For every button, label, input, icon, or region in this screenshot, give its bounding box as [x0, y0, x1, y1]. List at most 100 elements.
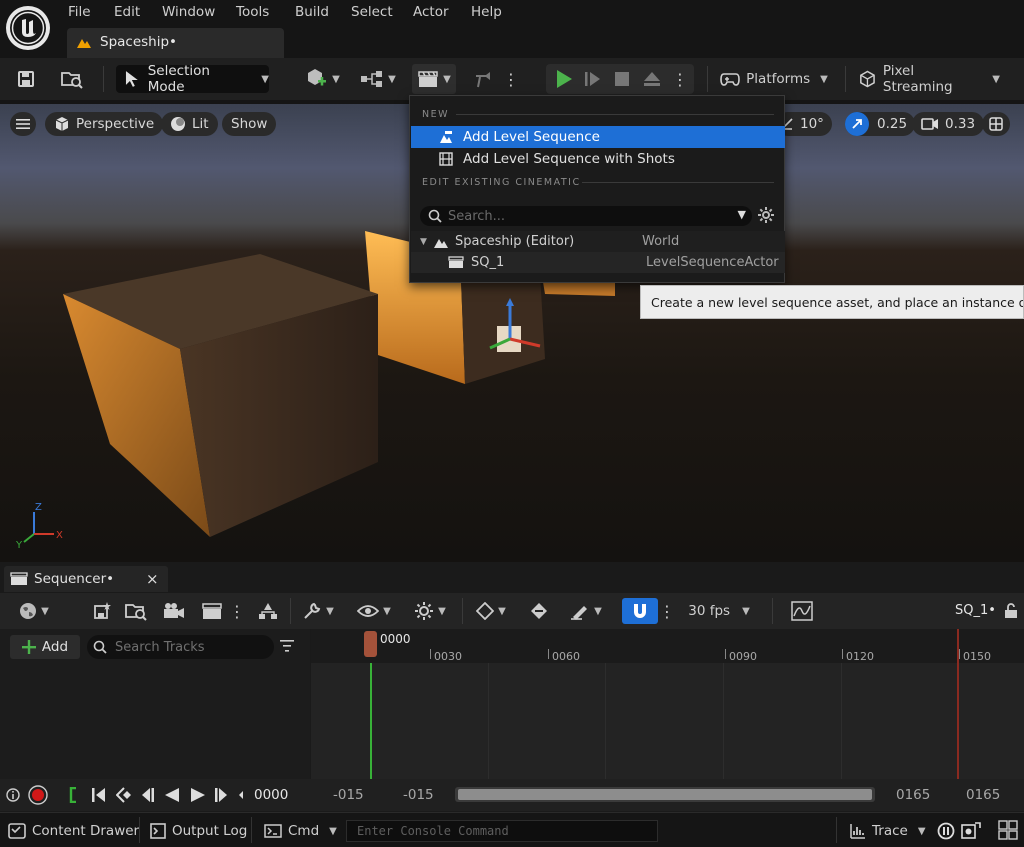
menu-tools[interactable]: Tools: [236, 4, 269, 22]
scale-snap-button[interactable]: 0.25: [845, 112, 916, 136]
cmd-dropdown[interactable]: Cmd ▼: [264, 819, 337, 843]
selection-mode-dropdown[interactable]: Selection Mode ▼: [116, 63, 269, 95]
output-log-button[interactable]: Output Log: [150, 819, 247, 843]
play-reverse-button[interactable]: [164, 787, 180, 803]
cinematic-search-input[interactable]: Search... ▼: [420, 206, 752, 226]
perspective-button[interactable]: Perspective: [45, 112, 164, 136]
previous-key-button[interactable]: [116, 787, 132, 803]
working-end-field[interactable]: 0165: [896, 787, 930, 803]
add-level-sequence-item[interactable]: Add Level Sequence: [411, 126, 785, 148]
scrollbar-thumb[interactable]: [458, 789, 872, 800]
key-behavior-button[interactable]: ▼: [470, 596, 512, 626]
view-start-field[interactable]: -015: [333, 787, 364, 803]
cinematics-button[interactable]: ▼: [412, 64, 456, 94]
stop-button[interactable]: [608, 64, 636, 94]
show-label: Show: [231, 116, 268, 132]
tree-expand-icon[interactable]: ▼: [420, 237, 430, 247]
viewport-options-button[interactable]: [10, 112, 36, 136]
timeline-scrollbar[interactable]: [455, 787, 875, 802]
frame-rate-dropdown[interactable]: 30 fps ▼: [684, 596, 754, 626]
next-key-icon[interactable]: [237, 788, 245, 802]
trace-dropdown[interactable]: Trace ▼: [850, 819, 926, 843]
play-controls: ⋮: [546, 64, 694, 94]
content-drawer-button[interactable]: Content Drawer: [8, 819, 139, 843]
filter-icon[interactable]: [280, 640, 294, 652]
play-forward-button[interactable]: [190, 787, 206, 803]
terminal-icon: [264, 824, 282, 838]
view-options-button[interactable]: ▼: [352, 596, 396, 626]
clapperboard-icon: [10, 572, 28, 585]
tree-row-world[interactable]: ▼ Spaceship (Editor) World: [411, 231, 785, 252]
menu-actor[interactable]: Actor: [413, 4, 449, 22]
play-options-icon[interactable]: ⋮: [670, 64, 690, 94]
add-actor-button[interactable]: ▼: [300, 64, 344, 94]
go-to-start-button[interactable]: [91, 787, 107, 803]
tree-row-sq1[interactable]: SQ_1 LevelSequenceActor: [411, 252, 785, 273]
wrench-icon: [304, 602, 321, 619]
chevron-down-icon: ▼: [438, 605, 446, 617]
working-start-field[interactable]: -015: [403, 787, 434, 803]
derived-data-icon[interactable]: [937, 822, 955, 840]
edit-mode-button[interactable]: ▼: [564, 596, 608, 626]
source-control-icon[interactable]: [961, 821, 981, 839]
play-button[interactable]: [550, 64, 578, 94]
auto-key-button[interactable]: [526, 596, 554, 626]
eject-button[interactable]: [638, 64, 666, 94]
grid-line: [841, 663, 842, 779]
sequencer-tab[interactable]: Sequencer• ×: [4, 566, 168, 592]
playback-options-button[interactable]: ▼: [408, 596, 452, 626]
browse-content-button[interactable]: [56, 64, 88, 94]
hierarchy-button[interactable]: [254, 596, 282, 626]
find-in-browser-button[interactable]: [122, 596, 150, 626]
snap-toggle-button[interactable]: [622, 598, 658, 624]
more-options-icon[interactable]: ⋮: [229, 596, 245, 626]
menu-window[interactable]: Window: [162, 4, 215, 22]
blueprints-button[interactable]: ▼: [357, 64, 399, 94]
step-forward-button[interactable]: [214, 787, 230, 803]
start-range-marker[interactable]: [370, 663, 372, 779]
view-end-field[interactable]: 0165: [966, 787, 1000, 803]
add-level-sequence-with-shots-item[interactable]: Add Level Sequence with Shots: [411, 148, 785, 170]
save-sequence-button[interactable]: [90, 596, 114, 626]
lit-button[interactable]: Lit: [161, 112, 218, 136]
record-button[interactable]: [28, 785, 48, 805]
close-icon[interactable]: ×: [146, 570, 159, 588]
show-button[interactable]: Show: [222, 112, 277, 136]
platforms-dropdown[interactable]: Platforms ▼: [720, 64, 828, 94]
add-track-button[interactable]: Add: [10, 635, 80, 659]
game-mode-button[interactable]: [470, 64, 500, 94]
camera-cut-button[interactable]: [160, 596, 188, 626]
menu-help[interactable]: Help: [471, 4, 502, 22]
unreal-logo-icon[interactable]: [6, 6, 50, 50]
menu-file[interactable]: File: [68, 4, 91, 22]
time-ruler[interactable]: 0030 0060 0090 0120 0150 0000: [311, 629, 1024, 663]
camera-speed-button[interactable]: 0.33: [912, 112, 985, 136]
set-start-button[interactable]: [68, 787, 78, 803]
save-button[interactable]: [12, 64, 40, 94]
console-command-input[interactable]: Enter Console Command: [346, 820, 658, 842]
snap-options-icon[interactable]: ⋮: [659, 596, 675, 626]
step-back-button[interactable]: [139, 787, 155, 803]
pixel-streaming-dropdown[interactable]: Pixel Streaming ▼: [858, 63, 1000, 95]
settings-grid-icon[interactable]: [998, 820, 1018, 840]
level-tab[interactable]: Spaceship•: [67, 28, 284, 58]
layout-button[interactable]: [982, 112, 1010, 136]
current-frame-field[interactable]: 0000: [254, 787, 288, 803]
timeline-area[interactable]: 0030 0060 0090 0120 0150 0000: [311, 629, 1024, 779]
settings-gear-icon[interactable]: [758, 207, 774, 223]
world-context-button[interactable]: ▼: [14, 596, 54, 626]
lock-icon[interactable]: [1004, 603, 1018, 619]
chevron-down-icon[interactable]: ▼: [738, 208, 746, 221]
advance-frame-button[interactable]: [579, 64, 607, 94]
more-options-icon[interactable]: ⋮: [503, 64, 519, 94]
menu-edit[interactable]: Edit: [114, 4, 140, 22]
render-movie-button[interactable]: [198, 596, 226, 626]
end-range-marker[interactable]: [957, 629, 959, 779]
menu-select[interactable]: Select: [351, 4, 393, 22]
tools-button[interactable]: ▼: [298, 596, 338, 626]
playhead-handle[interactable]: [364, 631, 377, 657]
menu-build[interactable]: Build: [295, 4, 329, 22]
search-tracks-input[interactable]: Search Tracks: [87, 635, 274, 659]
info-icon[interactable]: [6, 788, 20, 802]
curve-editor-button[interactable]: [788, 596, 816, 626]
